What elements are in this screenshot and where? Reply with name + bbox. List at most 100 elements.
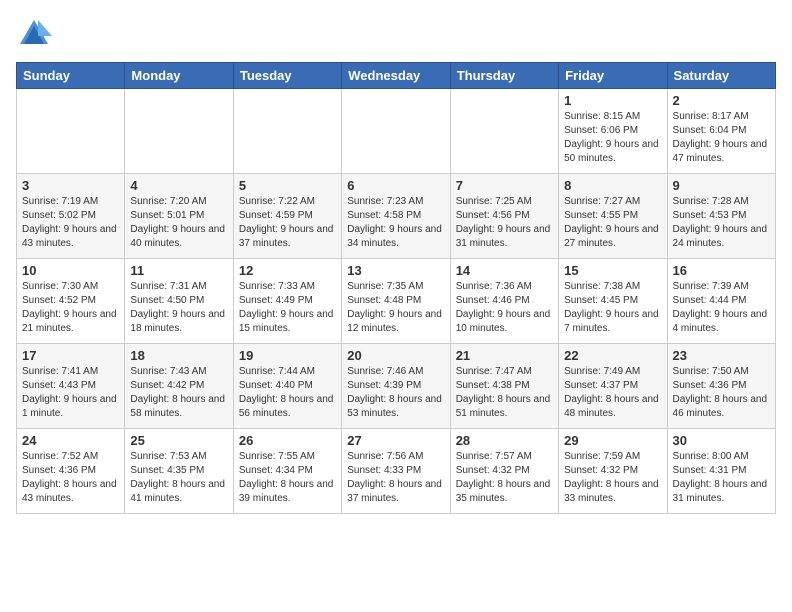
day-info: Sunrise: 7:28 AMSunset: 4:53 PMDaylight:… [673,195,770,251]
day-info: Sunrise: 7:49 AMSunset: 4:37 PMDaylight:… [564,365,661,421]
day-number: 3 [22,178,119,193]
day-info: Sunrise: 8:15 AMSunset: 6:06 PMDaylight:… [564,110,661,166]
day-number: 23 [673,348,770,363]
logo [16,16,58,52]
day-info: Sunrise: 8:17 AMSunset: 6:04 PMDaylight:… [673,110,770,166]
week-row-4: 17 Sunrise: 7:41 AMSunset: 4:43 PMDayligh… [17,344,776,429]
day-info: Sunrise: 7:38 AMSunset: 4:45 PMDaylight:… [564,280,661,336]
day-cell: 7 Sunrise: 7:25 AMSunset: 4:56 PMDaylight… [450,174,558,259]
day-number: 14 [456,263,553,278]
col-header-saturday: Saturday [667,63,775,89]
day-cell: 5 Sunrise: 7:22 AMSunset: 4:59 PMDaylight… [233,174,341,259]
week-row-1: 1 Sunrise: 8:15 AMSunset: 6:06 PMDaylight… [17,89,776,174]
day-cell: 10Sunrise: 7:30 AMSunset: 4:52 PMDayligh… [17,259,125,344]
header [16,16,776,52]
day-info: Sunrise: 7:57 AMSunset: 4:32 PMDaylight:… [456,450,553,506]
day-cell: 9 Sunrise: 7:28 AMSunset: 4:53 PMDaylight… [667,174,775,259]
day-info: Sunrise: 7:33 AMSunset: 4:49 PMDaylight:… [239,280,336,336]
day-cell: 14 Sunrise: 7:36 AMSunset: 4:46 PMDayligh… [450,259,558,344]
day-info: Sunrise: 7:23 AMSunset: 4:58 PMDaylight:… [347,195,444,251]
day-cell: 3 Sunrise: 7:19 AMSunset: 5:02 PMDaylight… [17,174,125,259]
day-cell: 19 Sunrise: 7:44 AMSunset: 4:40 PMDayligh… [233,344,341,429]
logo-icon [16,16,52,52]
day-cell: 1 Sunrise: 8:15 AMSunset: 6:06 PMDaylight… [559,89,667,174]
day-cell: 21 Sunrise: 7:47 AMSunset: 4:38 PMDayligh… [450,344,558,429]
week-row-5: 24 Sunrise: 7:52 AMSunset: 4:36 PMDayligh… [17,429,776,514]
day-cell: 17 Sunrise: 7:41 AMSunset: 4:43 PMDayligh… [17,344,125,429]
day-number: 13 [347,263,444,278]
day-cell: 25Sunrise: 7:53 AMSunset: 4:35 PMDayligh… [125,429,233,514]
col-header-tuesday: Tuesday [233,63,341,89]
day-cell: 2 Sunrise: 8:17 AMSunset: 6:04 PMDaylight… [667,89,775,174]
day-number: 24 [22,433,119,448]
day-info: Sunrise: 7:20 AMSunset: 5:01 PMDaylight:… [130,195,227,251]
day-info: Sunrise: 7:27 AMSunset: 4:55 PMDaylight:… [564,195,661,251]
day-number: 18 [130,348,227,363]
day-info: Sunrise: 7:36 AMSunset: 4:46 PMDaylight:… [456,280,553,336]
day-info: Sunrise: 7:35 AMSunset: 4:48 PMDaylight:… [347,280,444,336]
day-info: Sunrise: 7:52 AMSunset: 4:36 PMDaylight:… [22,450,119,506]
day-number: 19 [239,348,336,363]
day-number: 20 [347,348,444,363]
day-cell [450,89,558,174]
day-info: Sunrise: 7:59 AMSunset: 4:32 PMDaylight:… [564,450,661,506]
day-cell: 20 Sunrise: 7:46 AMSunset: 4:39 PMDayligh… [342,344,450,429]
day-cell: 12Sunrise: 7:33 AMSunset: 4:49 PMDayligh… [233,259,341,344]
day-number: 1 [564,93,661,108]
day-number: 21 [456,348,553,363]
day-cell: 16Sunrise: 7:39 AMSunset: 4:44 PMDayligh… [667,259,775,344]
day-number: 17 [22,348,119,363]
day-cell: 6 Sunrise: 7:23 AMSunset: 4:58 PMDaylight… [342,174,450,259]
col-header-wednesday: Wednesday [342,63,450,89]
day-cell: 29 Sunrise: 7:59 AMSunset: 4:32 PMDayligh… [559,429,667,514]
col-header-thursday: Thursday [450,63,558,89]
day-info: Sunrise: 7:19 AMSunset: 5:02 PMDaylight:… [22,195,119,251]
day-cell: 8 Sunrise: 7:27 AMSunset: 4:55 PMDaylight… [559,174,667,259]
col-header-friday: Friday [559,63,667,89]
day-number: 5 [239,178,336,193]
calendar-header-row: SundayMondayTuesdayWednesdayThursdayFrid… [17,63,776,89]
day-info: Sunrise: 7:44 AMSunset: 4:40 PMDaylight:… [239,365,336,421]
day-number: 6 [347,178,444,193]
day-cell: 24 Sunrise: 7:52 AMSunset: 4:36 PMDayligh… [17,429,125,514]
col-header-sunday: Sunday [17,63,125,89]
day-info: Sunrise: 7:41 AMSunset: 4:43 PMDaylight:… [22,365,119,421]
day-number: 29 [564,433,661,448]
day-info: Sunrise: 7:30 AMSunset: 4:52 PMDaylight:… [22,280,119,336]
day-info: Sunrise: 8:00 AMSunset: 4:31 PMDaylight:… [673,450,770,506]
day-number: 25 [130,433,227,448]
week-row-3: 10Sunrise: 7:30 AMSunset: 4:52 PMDayligh… [17,259,776,344]
day-number: 9 [673,178,770,193]
day-cell [342,89,450,174]
day-info: Sunrise: 7:43 AMSunset: 4:42 PMDaylight:… [130,365,227,421]
day-cell: 26Sunrise: 7:55 AMSunset: 4:34 PMDayligh… [233,429,341,514]
day-cell: 11Sunrise: 7:31 AMSunset: 4:50 PMDayligh… [125,259,233,344]
day-cell [125,89,233,174]
day-number: 16 [673,263,770,278]
day-cell [233,89,341,174]
day-number: 27 [347,433,444,448]
day-number: 7 [456,178,553,193]
day-number: 30 [673,433,770,448]
day-cell: 30 Sunrise: 8:00 AMSunset: 4:31 PMDayligh… [667,429,775,514]
day-number: 26 [239,433,336,448]
day-number: 11 [130,263,227,278]
col-header-monday: Monday [125,63,233,89]
day-cell: 27 Sunrise: 7:56 AMSunset: 4:33 PMDayligh… [342,429,450,514]
day-info: Sunrise: 7:22 AMSunset: 4:59 PMDaylight:… [239,195,336,251]
day-info: Sunrise: 7:47 AMSunset: 4:38 PMDaylight:… [456,365,553,421]
day-cell: 28 Sunrise: 7:57 AMSunset: 4:32 PMDayligh… [450,429,558,514]
day-number: 4 [130,178,227,193]
day-number: 15 [564,263,661,278]
week-row-2: 3 Sunrise: 7:19 AMSunset: 5:02 PMDaylight… [17,174,776,259]
day-cell: 23Sunrise: 7:50 AMSunset: 4:36 PMDayligh… [667,344,775,429]
day-cell: 22Sunrise: 7:49 AMSunset: 4:37 PMDayligh… [559,344,667,429]
day-number: 8 [564,178,661,193]
day-cell: 13 Sunrise: 7:35 AMSunset: 4:48 PMDayligh… [342,259,450,344]
day-info: Sunrise: 7:56 AMSunset: 4:33 PMDaylight:… [347,450,444,506]
day-number: 2 [673,93,770,108]
day-number: 28 [456,433,553,448]
day-info: Sunrise: 7:25 AMSunset: 4:56 PMDaylight:… [456,195,553,251]
day-info: Sunrise: 7:46 AMSunset: 4:39 PMDaylight:… [347,365,444,421]
day-cell: 18 Sunrise: 7:43 AMSunset: 4:42 PMDayligh… [125,344,233,429]
